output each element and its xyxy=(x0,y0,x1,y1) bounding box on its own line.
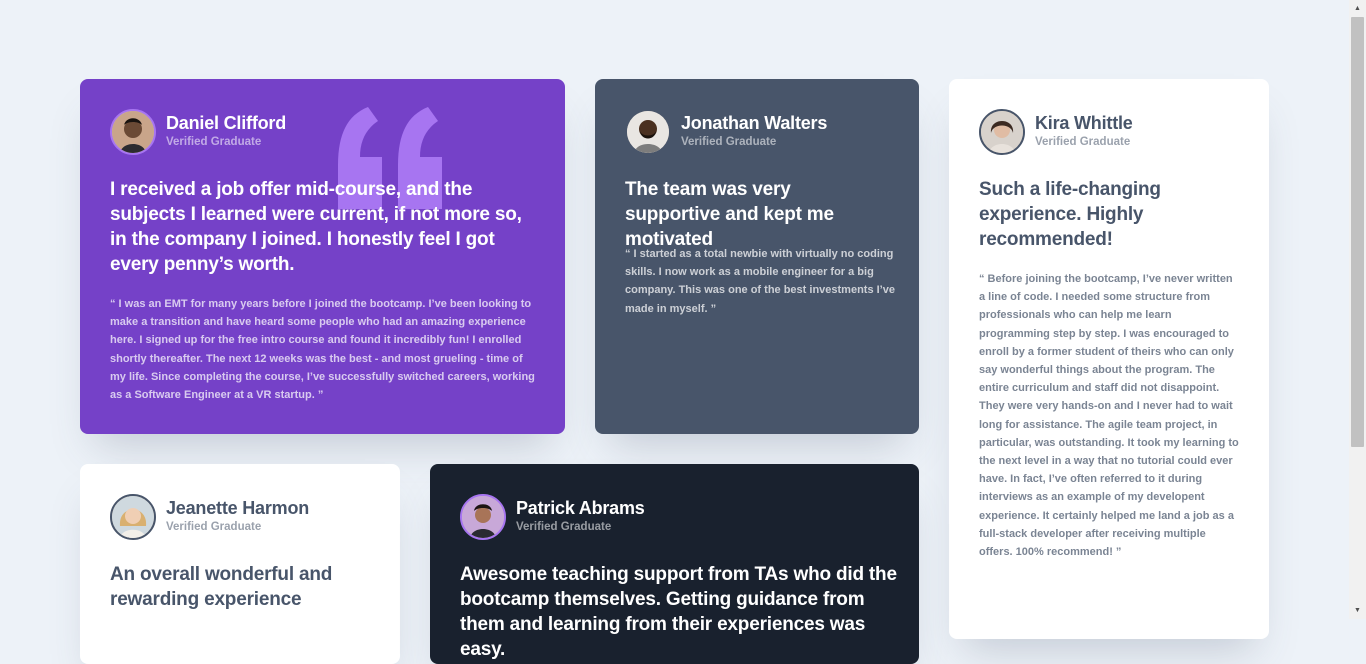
author-role: Verified Graduate xyxy=(166,521,262,533)
author-name: Jonathan Walters xyxy=(681,113,828,133)
author-name: Kira Whittle xyxy=(1035,113,1133,133)
avatar xyxy=(627,111,669,153)
testimonial-card-jonathan: Jonathan Walters Verified Graduate The t… xyxy=(595,79,919,434)
testimonial-headline: An overall wonderful and rewarding exper… xyxy=(110,564,333,610)
testimonial-quote: “ Before joining the bootcamp, I’ve neve… xyxy=(979,273,1239,559)
testimonial-quote: “ I was an EMT for many years before I j… xyxy=(110,298,535,402)
avatar xyxy=(110,494,156,540)
author-role: Verified Graduate xyxy=(681,136,777,148)
avatar xyxy=(110,109,156,155)
testimonial-headline: I received a job offer mid-course, and t… xyxy=(110,179,522,275)
testimonial-card-daniel: Daniel Clifford Verified Graduate I rece… xyxy=(80,79,565,434)
testimonial-quote: “ I started as a total newbie with virtu… xyxy=(625,248,895,315)
testimonial-headline: Awesome teaching support from TAs who di… xyxy=(460,564,897,660)
author-name: Patrick Abrams xyxy=(516,498,645,518)
scroll-thumb[interactable] xyxy=(1351,17,1364,447)
author-name: Daniel Clifford xyxy=(166,113,287,133)
testimonial-headline: The team was very supportive and kept me… xyxy=(625,179,834,250)
page-scrollbar[interactable]: ▲ ▼ xyxy=(1349,0,1366,619)
scroll-down-arrow-icon[interactable]: ▼ xyxy=(1349,602,1366,619)
author-role: Verified Graduate xyxy=(166,136,262,148)
testimonial-headline: Such a life-changing experience. Highly … xyxy=(979,179,1161,250)
testimonial-card-patrick: Patrick Abrams Verified Graduate Awesome… xyxy=(430,464,919,664)
author-role: Verified Graduate xyxy=(516,521,612,533)
testimonial-card-kira: Kira Whittle Verified Graduate Such a li… xyxy=(949,79,1269,639)
avatar xyxy=(460,494,506,540)
scroll-up-arrow-icon[interactable]: ▲ xyxy=(1349,0,1366,17)
author-name: Jeanette Harmon xyxy=(166,498,310,518)
avatar xyxy=(979,109,1025,155)
author-role: Verified Graduate xyxy=(1035,136,1131,148)
testimonial-card-jeanette: Jeanette Harmon Verified Graduate An ove… xyxy=(80,464,400,664)
